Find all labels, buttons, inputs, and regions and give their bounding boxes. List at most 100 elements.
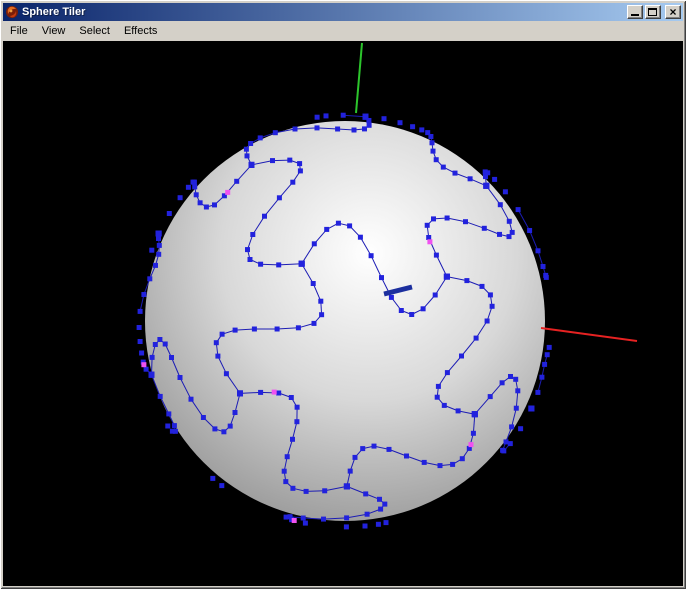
window-title: Sphere Tiler (22, 6, 624, 18)
tile-dot (198, 200, 203, 205)
tile-dot (298, 168, 303, 173)
tile-dot (173, 429, 178, 434)
tile-dot (149, 372, 155, 378)
tile-dot (169, 355, 174, 360)
tile-dot (138, 309, 143, 314)
tile-dot (324, 227, 329, 232)
tile-dot (276, 262, 281, 267)
tile-dot (379, 275, 384, 280)
tile-dot (156, 231, 162, 237)
tile-dot (503, 189, 508, 194)
tile-dot (378, 507, 383, 512)
tile-dot (426, 235, 431, 240)
tile-dot (258, 262, 263, 267)
tile-dot (347, 223, 352, 228)
tile-dot (258, 390, 263, 395)
tile-dot (488, 394, 493, 399)
tile-dot (508, 374, 513, 379)
minimize-button[interactable] (627, 5, 643, 19)
tile-dot (527, 228, 532, 233)
sphere-canvas (3, 41, 683, 586)
viewport[interactable] (3, 41, 683, 586)
tile-dot (153, 342, 158, 347)
tile-edge-segment (140, 295, 144, 312)
maximize-button[interactable] (645, 5, 661, 19)
tile-dot (166, 411, 171, 416)
tile-dot (219, 483, 224, 488)
tile-dot (425, 223, 430, 228)
tile-dot (369, 253, 374, 258)
tile-edge-segment (273, 160, 290, 161)
minimize-icon (631, 14, 639, 16)
tile-dot (220, 332, 225, 337)
tile-dot (444, 274, 450, 280)
tile-dot (224, 371, 229, 376)
close-button[interactable]: × (665, 5, 681, 19)
face-marker-dot (292, 518, 297, 523)
tile-dot (321, 517, 326, 522)
title-bar[interactable]: Sphere Tiler × (3, 3, 683, 21)
tile-dot (445, 216, 450, 221)
tile-dot (178, 375, 183, 380)
menu-item-effects[interactable]: Effects (117, 22, 164, 40)
tile-dot (460, 456, 465, 461)
tile-dot (456, 408, 461, 413)
tile-dot (285, 454, 290, 459)
tile-dot (153, 263, 158, 268)
tile-dot (500, 380, 505, 385)
tile-dot (157, 243, 162, 248)
tile-dot (409, 312, 414, 317)
tile-dot (516, 207, 521, 212)
tile-dot (435, 395, 440, 400)
tile-dot (497, 232, 502, 237)
tile-dot (324, 113, 329, 118)
tile-dot (212, 426, 217, 431)
tile-dot (547, 345, 552, 350)
tile-dot (287, 158, 292, 163)
tile-dot (344, 524, 349, 529)
tile-dot (299, 261, 305, 267)
tile-dot (144, 367, 149, 372)
menu-item-file[interactable]: File (4, 22, 35, 40)
tile-dot (422, 460, 427, 465)
tile-dot (273, 130, 278, 135)
tile-dot (464, 278, 469, 283)
tile-dot (233, 410, 238, 415)
tile-dot (419, 127, 424, 132)
app-window: Sphere Tiler × File View Select Effects (0, 0, 686, 589)
tile-dot (398, 120, 403, 125)
tile-dot (156, 252, 161, 257)
tile-dot (433, 293, 438, 298)
tile-dot (539, 375, 544, 380)
tile-dot (312, 241, 317, 246)
tile-dot (384, 520, 389, 525)
tile-dot (156, 236, 161, 241)
tile-dot (315, 125, 320, 130)
tile-dot (194, 192, 199, 197)
tile-dot (352, 128, 357, 133)
tile-dot (545, 352, 550, 357)
tile-dot (296, 325, 301, 330)
tile-dot (290, 180, 295, 185)
tile-dot (382, 502, 387, 507)
tile-dot (294, 419, 299, 424)
tile-dot (363, 491, 368, 496)
tile-dot (245, 247, 250, 252)
tile-dot (441, 165, 446, 170)
tile-dot (204, 205, 209, 210)
tile-dot (303, 521, 308, 526)
menu-item-view[interactable]: View (35, 22, 73, 40)
menu-item-select[interactable]: Select (72, 22, 117, 40)
tile-dot (315, 115, 320, 120)
up-axis-line (356, 43, 362, 113)
tile-dot (178, 195, 183, 200)
close-icon: × (666, 5, 680, 19)
tile-dot (468, 176, 473, 181)
face-marker-dot (427, 239, 432, 244)
tile-dot (163, 342, 168, 347)
tile-dot (147, 276, 152, 281)
tile-dot (201, 415, 206, 420)
tile-dot (490, 304, 495, 309)
tile-dot (297, 161, 302, 166)
tile-dot (322, 488, 327, 493)
